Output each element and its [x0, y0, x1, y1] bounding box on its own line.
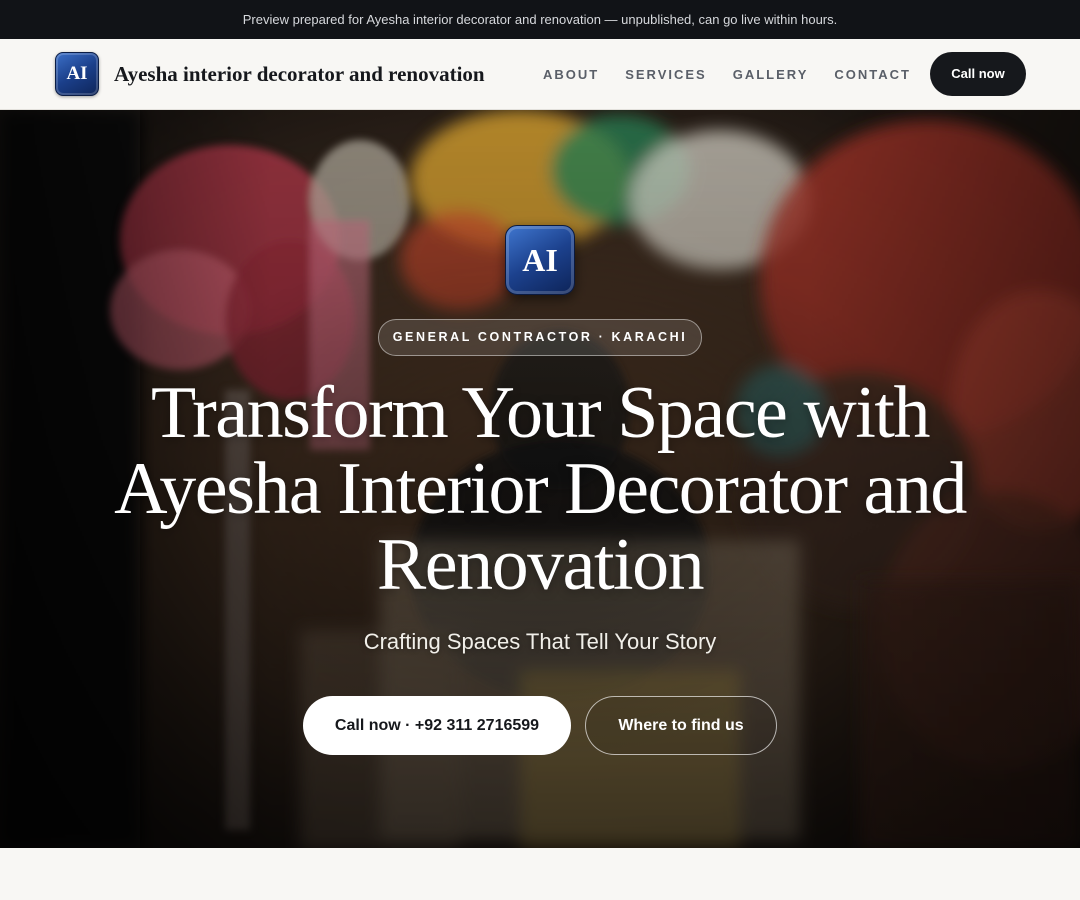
hero-section: AI GENERAL CONTRACTOR · KARACHI Transfor… [0, 110, 1080, 848]
preview-banner-text: Preview prepared for Ayesha interior dec… [242, 12, 838, 27]
nav-link-services[interactable]: SERVICES [625, 67, 707, 82]
hero-logo-icon: AI [505, 225, 575, 295]
hero-title: Transform Your Space with Ayesha Interio… [114, 372, 967, 606]
preview-banner: Preview prepared for Ayesha interior dec… [0, 0, 1080, 39]
site-header: AI Ayesha interior decorator and renovat… [0, 39, 1080, 110]
brand-name[interactable]: Ayesha interior decorator and renovation [114, 39, 485, 109]
hero-subtitle: Crafting Spaces That Tell Your Story [363, 629, 717, 654]
main-nav: ABOUT SERVICES GALLERY CONTACT [530, 39, 924, 109]
brand-logo-icon[interactable]: AI [55, 52, 99, 96]
hero-category-badge: GENERAL CONTRACTOR · KARACHI [378, 319, 702, 356]
nav-link-gallery[interactable]: GALLERY [733, 67, 809, 82]
nav-link-contact[interactable]: CONTACT [834, 67, 911, 82]
nav-link-about[interactable]: ABOUT [543, 67, 599, 82]
hero-call-now-button[interactable]: Call now · +92 311 2716599 [303, 696, 571, 755]
header-call-now-button[interactable]: Call now [930, 52, 1026, 96]
hero-find-us-button[interactable]: Where to find us [585, 696, 777, 755]
